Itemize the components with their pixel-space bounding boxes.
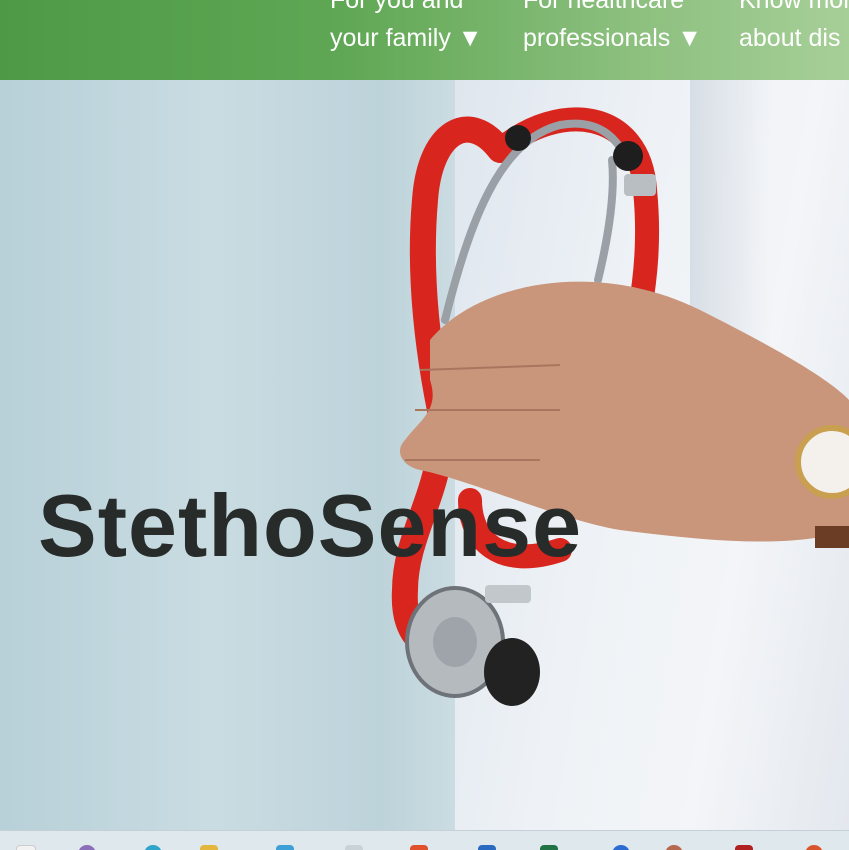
- folder-icon[interactable]: [200, 845, 218, 850]
- hero-title: StethoSense: [38, 476, 583, 575]
- app-icon[interactable]: [345, 845, 363, 850]
- ear-tip-left: [505, 125, 531, 151]
- nav-item-family-line1: For you and: [330, 0, 464, 14]
- tube-ring: [624, 174, 656, 196]
- top-nav-bar: For you and your family ▼ For healthcare…: [0, 0, 849, 80]
- nav-item-professionals-line1: For healthcare: [523, 0, 685, 14]
- excel-icon[interactable]: [540, 845, 558, 850]
- hero-banner: StethoSense: [0, 80, 849, 830]
- nav-item-diseases-line2: about dis: [739, 24, 841, 52]
- office-icon[interactable]: [410, 845, 428, 850]
- stethoscope-binaural-right: [594, 156, 617, 284]
- file-explorer-icon[interactable]: [16, 845, 36, 850]
- app-icon[interactable]: [612, 845, 630, 850]
- ear-tip-right: [613, 141, 643, 171]
- wristwatch: [795, 425, 849, 499]
- nav-item-family[interactable]: For you and your family ▼: [330, 0, 483, 57]
- nav-item-professionals-line2: professionals ▼: [523, 24, 702, 52]
- chestpiece-bell: [484, 638, 540, 706]
- app-icon[interactable]: [735, 845, 753, 850]
- stethoscope-illustration: [391, 107, 849, 706]
- app-icon[interactable]: [78, 845, 96, 850]
- edge-icon[interactable]: [144, 845, 162, 850]
- windows-taskbar: [0, 830, 849, 850]
- app-icon[interactable]: [805, 845, 823, 850]
- app-icon[interactable]: [478, 845, 496, 850]
- nav-item-diseases[interactable]: Know more about dis: [739, 0, 849, 57]
- nav-item-family-line2: your family ▼: [330, 24, 483, 52]
- app-icon[interactable]: [665, 845, 683, 850]
- nav-item-professionals[interactable]: For healthcare professionals ▼: [523, 0, 702, 57]
- nav-item-diseases-line1: Know more: [739, 0, 849, 14]
- app-icon[interactable]: [276, 845, 294, 850]
